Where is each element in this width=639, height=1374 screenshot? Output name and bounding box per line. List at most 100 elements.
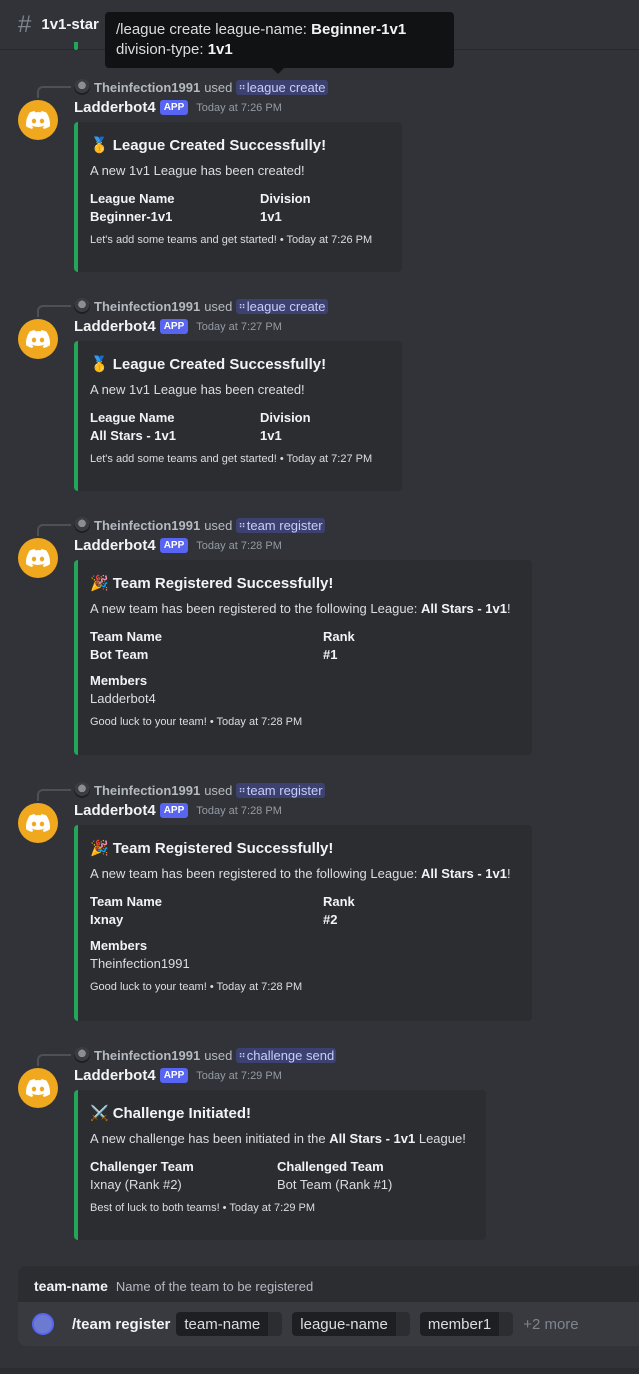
field-name: Team Name [90, 629, 163, 644]
timestamp[interactable]: Today at 7:27 PM [196, 321, 282, 333]
slash-command-name: /team register [72, 1315, 171, 1333]
previous-embed-bar [74, 42, 78, 50]
option-member1[interactable]: member1 [419, 1312, 514, 1336]
avatar[interactable] [74, 79, 90, 95]
app-badge: APP [159, 538, 189, 553]
reply-connector [37, 524, 71, 536]
reply-username[interactable]: Theinfection1991 [94, 299, 200, 314]
slash-command-icon: ⠶ [238, 784, 245, 796]
author-name[interactable]: Ladderbot4 [74, 318, 156, 335]
field-value: Bot Team [90, 647, 149, 662]
embed-footer: Good luck to your team! • Today at 7:28 … [90, 981, 303, 993]
message-composer[interactable]: /team register team-name league-name mem… [18, 1302, 639, 1346]
channel-name[interactable]: 1v1-star [41, 16, 99, 33]
embed-description: A new challenge has been initiated in th… [90, 1131, 466, 1146]
reply-context[interactable]: Theinfection1991 used ⠶ team register [74, 781, 325, 799]
app-badge: APP [159, 100, 189, 115]
bot-avatar[interactable] [18, 319, 58, 359]
discord-logo-icon [26, 549, 50, 567]
timestamp[interactable]: Today at 7:26 PM [196, 102, 282, 114]
reply-context[interactable]: Theinfection1991 used ⠶ league create [74, 297, 328, 315]
author-name[interactable]: Ladderbot4 [74, 99, 156, 116]
option-name: team-name [34, 1278, 108, 1294]
command-name: challenge send [246, 1047, 335, 1063]
more-options[interactable]: +2 more [523, 1316, 578, 1333]
reply-context[interactable]: Theinfection1991 used ⠶ challenge send [74, 1046, 337, 1064]
discord-logo-icon [26, 111, 50, 129]
field-value: Theinfection1991 [90, 956, 190, 971]
command-mention[interactable]: ⠶ team register [236, 517, 325, 533]
field-name: League Name [90, 191, 175, 206]
field-value: Ixnay (Rank #2) [90, 1177, 182, 1192]
field-name: Members [90, 938, 148, 953]
tooltip-line2-value: 1v1 [207, 41, 233, 58]
embed-description: A new 1v1 League has been created! [90, 163, 305, 178]
reply-connector [37, 86, 71, 98]
bot-avatar[interactable] [18, 100, 58, 140]
author-name[interactable]: Ladderbot4 [74, 1067, 156, 1084]
field-name: Division [260, 191, 311, 206]
reply-connector [37, 305, 71, 317]
embed-title: Challenge Initiated! [112, 1104, 252, 1122]
author-name[interactable]: Ladderbot4 [74, 802, 156, 819]
app-badge: APP [159, 319, 189, 334]
app-badge: APP [159, 1068, 189, 1083]
field-name: Challenged Team [277, 1159, 384, 1174]
bot-avatar[interactable] [18, 803, 58, 843]
avatar[interactable] [74, 782, 90, 798]
timestamp[interactable]: Today at 7:29 PM [196, 1070, 282, 1082]
field-name: Team Name [90, 894, 163, 909]
field-value: 1v1 [260, 428, 282, 443]
reply-username[interactable]: Theinfection1991 [94, 518, 200, 533]
command-name: league create [246, 298, 326, 314]
embed-title: Team Registered Successfully! [112, 839, 334, 857]
reply-used-text: used [204, 517, 233, 533]
party-popper-icon: 🎉 [90, 840, 109, 857]
slash-command-icon: ⠶ [238, 300, 245, 312]
reply-username[interactable]: Theinfection1991 [94, 783, 200, 798]
command-mention[interactable]: ⠶ league create [236, 298, 328, 314]
avatar[interactable] [74, 1047, 90, 1063]
embed-title: League Created Successfully! [112, 355, 327, 373]
app-icon [32, 1313, 54, 1335]
command-option-hint: team-name Name of the team to be registe… [18, 1266, 639, 1306]
field-name: Members [90, 673, 148, 688]
field-value: Ixnay [90, 912, 124, 927]
avatar[interactable] [74, 298, 90, 314]
discord-logo-icon [26, 814, 50, 832]
bot-avatar[interactable] [18, 538, 58, 578]
reply-used-text: used [204, 79, 233, 95]
bot-avatar[interactable] [18, 1068, 58, 1108]
option-league-name[interactable]: league-name [292, 1312, 410, 1336]
reply-context[interactable]: Theinfection1991 used ⠶ team register [74, 516, 325, 534]
option-team-name[interactable]: team-name [176, 1312, 283, 1336]
command-tooltip: /league create league-name: Beginner-1v1… [105, 12, 454, 68]
timestamp[interactable]: Today at 7:28 PM [196, 805, 282, 817]
command-mention[interactable]: ⠶ league create [236, 79, 328, 95]
embed: 🥇 League Created Successfully! A new 1v1 … [74, 341, 402, 491]
author-name[interactable]: Ladderbot4 [74, 537, 156, 554]
field-name: Rank [323, 894, 355, 909]
timestamp[interactable]: Today at 7:28 PM [196, 540, 282, 552]
command-name: league create [246, 79, 326, 95]
option-description: Name of the team to be registered [115, 1278, 314, 1294]
command-mention[interactable]: ⠶ team register [236, 782, 325, 798]
field-value: #1 [323, 647, 338, 662]
slash-command-icon: ⠶ [238, 519, 245, 531]
command-mention[interactable]: ⠶ challenge send [236, 1047, 337, 1063]
field-name: Rank [323, 629, 355, 644]
tooltip-line1-prefix: /league create league-name: [116, 21, 307, 38]
embed: 🎉 Team Registered Successfully! A new tea… [74, 560, 532, 755]
reply-context[interactable]: Theinfection1991 used ⠶ league create [74, 78, 328, 96]
field-value: 1v1 [260, 209, 282, 224]
bottom-strip [0, 1368, 639, 1374]
reply-connector [37, 1054, 71, 1066]
avatar[interactable] [74, 517, 90, 533]
reply-username[interactable]: Theinfection1991 [94, 1048, 200, 1063]
reply-username[interactable]: Theinfection1991 [94, 80, 200, 95]
embed-footer: Best of luck to both teams! • Today at 7… [90, 1202, 315, 1214]
tooltip-line1-value: Beginner-1v1 [311, 21, 407, 38]
field-value: #2 [323, 912, 338, 927]
crossed-swords-icon: ⚔️ [90, 1105, 109, 1122]
reply-used-text: used [204, 782, 233, 798]
